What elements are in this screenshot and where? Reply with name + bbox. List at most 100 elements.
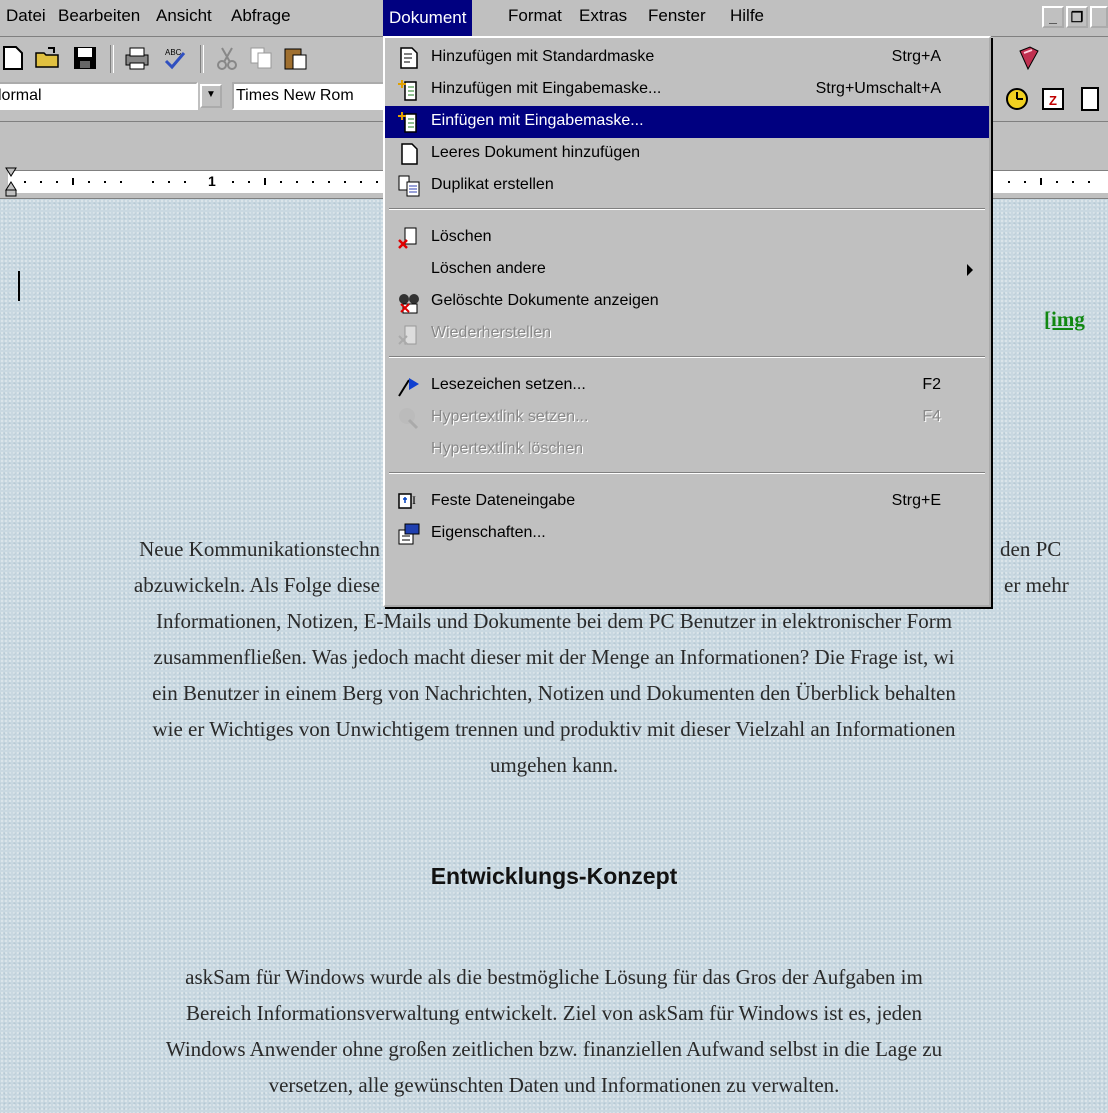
menu-item-hypertextlink-setzen: Hypertextlink setzen... F4 [385,402,989,434]
new-doc-icon[interactable] [0,45,26,71]
menu-item-hinzufuegen-standardmaske[interactable]: Hinzufügen mit Standardmaske Strg+A [385,42,989,74]
menu-separator [389,356,985,358]
para2-line-1: askSam für Windows wurde als die bestmög… [185,965,923,989]
menu-item-shortcut: F4 [922,408,941,425]
delete-doc-icon [398,227,417,249]
para1-line-2a: abzuwickeln. Als Folge diese [133,573,380,597]
ruler-mark: 1 [208,173,216,189]
menu-fenster[interactable]: Fenster [648,6,706,26]
font-select[interactable]: Times New Rom [232,82,392,110]
menu-ansicht[interactable]: Ansicht [156,6,212,26]
menu-item-shortcut: Strg+E [891,492,941,509]
fixed-input-icon: I [398,493,416,509]
section-heading: Entwicklungs-Konzept [430,863,678,889]
menu-item-loeschen[interactable]: Löschen [385,222,989,254]
para1-line-7: umgehen kann. [489,753,619,777]
menu-item-hypertextlink-loeschen: Hypertextlink löschen [385,434,989,466]
menu-item-duplikat[interactable]: Duplikat erstellen [385,170,989,202]
para2-line-2: Bereich Informationsverwaltung entwickel… [186,1001,922,1025]
close-button[interactable] [1090,6,1108,28]
paste-icon[interactable] [282,45,308,71]
para1-line-1b: den PC [1000,537,1062,561]
doc-insert-mask-icon [398,112,417,133]
spellcheck-icon[interactable]: ABC [162,45,188,71]
menu-item-label: Gelöschte Dokumente anzeigen [431,292,659,309]
save-icon[interactable] [72,45,98,71]
copy-icon[interactable] [248,45,274,71]
para1-line-3: Informationen, Notizen, E-Mails und Doku… [155,609,953,633]
minimize-button[interactable]: _ [1042,6,1064,28]
menu-abfrage[interactable]: Abfrage [231,6,291,26]
menu-format[interactable]: Format [508,6,562,26]
calendar-icon[interactable]: Z [1040,86,1066,112]
menu-item-label: Hinzufügen mit Standardmaske [431,48,655,65]
menu-extras[interactable]: Extras [579,6,627,26]
menu-item-geloeschte-anzeigen[interactable]: Gelöschte Dokumente anzeigen [385,286,989,318]
para1-line-2b: er mehr [1004,573,1069,597]
hyperlink-icon [399,408,419,430]
menu-item-label: Einfügen mit Eingabemaske... [431,112,644,129]
menu-item-feste-dateneingabe[interactable]: I Feste Dateneingabe Strg+E [385,486,989,518]
deleted-docs-icon [399,294,419,314]
menu-item-label: Wiederherstellen [431,324,552,341]
restore-button[interactable]: ❐ [1066,6,1088,28]
blank-doc-icon [401,143,418,165]
menu-item-label: Lesezeichen setzen... [431,376,586,393]
toolbar-separator [200,45,204,73]
form-icon[interactable] [1078,86,1104,112]
menu-item-label: Löschen andere [431,260,546,277]
style-select-value: lormal [0,87,42,104]
menu-item-loeschen-andere[interactable]: Löschen andere [385,254,989,286]
toolbar-separator [110,45,114,73]
menu-item-eigenschaften[interactable]: Eigenschaften... [385,518,989,550]
menu-separator [389,472,985,474]
menu-item-lesezeichen-row[interactable]: Lesezeichen setzen... F2 [385,370,989,402]
menu-item-hinzufuegen-eingabemaske[interactable]: Hinzufügen mit Eingabemaske... Strg+Umsc… [385,74,989,106]
svg-text:ABC: ABC [165,48,182,57]
clock-icon[interactable] [1004,86,1030,112]
print-icon[interactable] [124,45,150,71]
para1-line-1a: Neue Kommunikationstechn [139,537,380,561]
para1-line-5: ein Benutzer in einem Berg von Nachricht… [152,681,956,705]
svg-text:I: I [412,493,416,507]
menu-item-shortcut: Strg+A [891,48,941,65]
menu-item-label: Eigenschaften... [431,524,546,541]
menu-hilfe[interactable]: Hilfe [730,6,764,26]
menu-item-label: Hypertextlink setzen... [431,408,589,425]
menu-datei[interactable]: Datei [6,6,46,26]
open-folder-icon[interactable] [34,45,60,71]
submenu-arrow-icon [967,264,973,276]
menu-item-shortcut: F2 [922,376,941,393]
menu-bearbeiten[interactable]: Bearbeiten [58,6,140,26]
bookmark-icon [398,378,419,397]
menu-dokument[interactable]: Dokument [383,0,473,36]
menu-item-label: Duplikat erstellen [431,176,554,193]
menu-separator [389,208,985,210]
menu-item-label: Hypertextlink löschen [431,440,584,457]
menu-item-label: Hinzufügen mit Eingabemaske... [431,80,662,97]
text-caret [18,271,20,301]
para1-line-6: wie er Wichtiges von Unwichtigem trennen… [152,717,956,741]
indent-marker-icon[interactable] [4,166,22,198]
para1-line-4: zusammenfließen. Was jedoch macht dieser… [153,645,955,669]
menu-item-shortcut: Strg+Umschalt+A [815,80,941,97]
para2-line-4: versetzen, alle gewünschten Daten und In… [268,1073,840,1097]
menu-item-label: Löschen [431,228,492,245]
style-select-arrow[interactable]: ▼ [200,84,222,108]
menu-item-leeres-dokument[interactable]: Leeres Dokument hinzufügen [385,138,989,170]
img-link[interactable]: [img [1044,307,1085,332]
menu-item-wiederherstellen: Wiederherstellen [385,318,989,350]
menu-item-label: Leeres Dokument hinzufügen [431,144,641,161]
cut-icon[interactable] [214,45,240,71]
doc-add-icon [400,47,418,69]
para2-line-3: Windows Anwender ohne großen zeitlichen … [165,1037,943,1061]
style-select[interactable]: lormal [0,82,198,110]
menu-item-einfuegen-eingabemaske[interactable]: Einfügen mit Eingabemaske... [385,106,989,138]
book-icon[interactable] [1016,45,1042,71]
duplicate-icon [398,175,420,197]
dokument-menu: Hinzufügen mit Standardmaske Strg+A Hinz… [383,36,991,607]
svg-text:Z: Z [1049,93,1057,108]
restore-icon [398,325,417,345]
menu-bar: Datei Bearbeiten Ansicht Abfrage Dokumen… [0,0,1108,37]
menu-item-label: Feste Dateneingabe [431,492,576,509]
